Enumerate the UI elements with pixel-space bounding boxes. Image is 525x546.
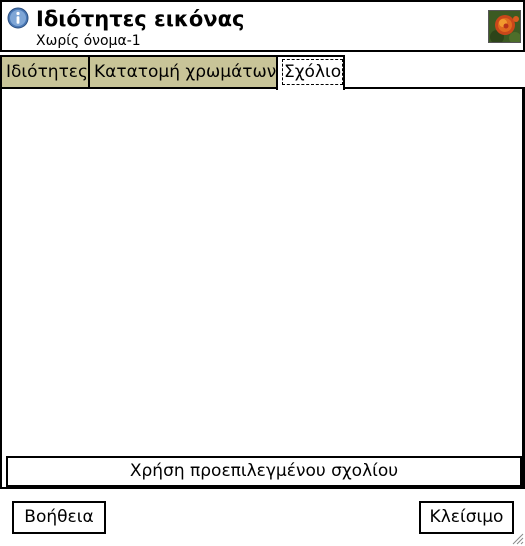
dialog-title: Ιδιότητες εικόνας [36, 7, 245, 31]
close-button[interactable]: Κλείσιμο [419, 501, 514, 534]
help-button[interactable]: Βοήθεια [12, 501, 106, 534]
tab-properties-label: Ιδιότητες [6, 62, 88, 82]
comment-textarea[interactable] [4, 91, 521, 453]
comment-panel: Χρήση προεπιλεγμένου σχολίου [0, 87, 525, 489]
info-icon [7, 7, 29, 29]
use-default-comment-button[interactable]: Χρήση προεπιλεγμένου σχολίου [6, 456, 522, 487]
tab-color-profile-label: Κατατομή χρωμάτων [94, 62, 277, 82]
tab-color-profile[interactable]: Κατατομή χρωμάτων [88, 55, 278, 88]
tab-properties[interactable]: Ιδιότητες [0, 55, 90, 88]
dialog-header: Ιδιότητες εικόνας Χωρίς όνομα-1 [0, 0, 525, 52]
image-name: Χωρίς όνομα-1 [36, 33, 141, 49]
image-thumbnail [488, 10, 521, 43]
resize-grip-icon[interactable] [510, 531, 524, 545]
tab-comment-label: Σχόλιο [282, 59, 344, 85]
tab-comment[interactable]: Σχόλιο [276, 55, 345, 90]
